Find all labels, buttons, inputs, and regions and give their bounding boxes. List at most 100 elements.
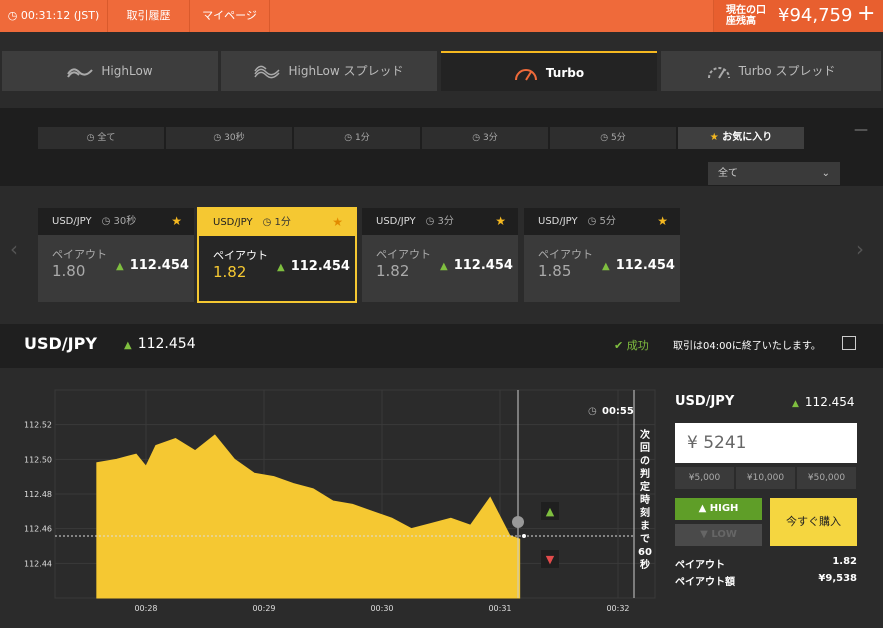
card-rate: ▲ 112.454 (277, 259, 350, 274)
y-tick-label: 112.48 (24, 490, 52, 499)
history-link[interactable]: 取引履歴 (108, 0, 190, 32)
x-tick-label: 00:32 (606, 604, 629, 613)
current-point (522, 534, 526, 538)
trade-pair: USD/JPY (24, 334, 97, 353)
deadline-char: 刻 (640, 506, 650, 519)
quick-amount-5000[interactable]: ¥5,000 (675, 467, 734, 489)
expand-icon[interactable] (842, 336, 856, 350)
card-payout-value: 1.80 (52, 262, 86, 280)
deadline-char: 次 (640, 428, 650, 441)
favorite-star-icon[interactable]: ★ (657, 208, 668, 235)
clock-icon: ◷ (86, 133, 98, 143)
deadline-char: で (640, 533, 650, 545)
balance-label: 現在の口座残高 (726, 5, 766, 27)
asset-card-1m[interactable]: USD/JPY ◷ 1分 ★ ペイアウト 1.82 ▲ 112.454 (197, 207, 357, 303)
status-message: 取引は04:00に終了いたします。 (673, 341, 821, 352)
favorite-star-icon[interactable]: ★ (332, 209, 343, 236)
x-tick-label: 00:31 (488, 604, 511, 613)
card-pair: USD/JPY (213, 217, 253, 228)
filter-all[interactable]: ◷ 全て (38, 127, 164, 149)
card-payout-label: ペイアウト (213, 249, 268, 262)
card-payout-value: 1.82 (376, 262, 410, 280)
filter-1m[interactable]: ◷ 1分 (294, 127, 420, 149)
mypage-link[interactable]: マイページ (190, 0, 270, 32)
deadline-char: 時 (640, 493, 650, 506)
card-pair: USD/JPY (52, 216, 92, 227)
card-payout-label: ペイアウト (376, 248, 431, 261)
card-payout-value: 1.82 (213, 263, 247, 281)
asset-card-30s[interactable]: USD/JPY ◷ 30秒 ★ ペイアウト 1.80 ▲ 112.454 (38, 208, 194, 302)
deadline-char: の (640, 456, 650, 467)
rate-marker (512, 516, 524, 528)
high-button[interactable]: ▲ HIGH (675, 498, 762, 520)
asset-card-3m[interactable]: USD/JPY ◷ 3分 ★ ペイアウト 1.82 ▲ 112.454 (362, 208, 518, 302)
status-badge: ✔ 成功 (614, 339, 649, 352)
card-pair: USD/JPY (376, 216, 416, 227)
balance-panel: 現在の口座残高 ¥94,759 + (713, 0, 883, 32)
asset-card-5m[interactable]: USD/JPY ◷ 5分 ★ ペイアウト 1.85 ▲ 112.454 (524, 208, 680, 302)
y-tick-label: 112.50 (24, 455, 52, 464)
card-period: ◷ 30秒 (101, 216, 137, 227)
amount-input[interactable] (675, 423, 857, 463)
deadline-char: ま (640, 520, 650, 532)
filter-favorites[interactable]: ★ お気に入り (678, 127, 804, 149)
filter-30s[interactable]: ◷ 30秒 (166, 127, 292, 149)
deadline-char: 秒 (640, 558, 650, 571)
favorite-star-icon[interactable]: ★ (171, 208, 182, 235)
order-pair: USD/JPY (675, 394, 735, 409)
low-button[interactable]: ▼ LOW (675, 524, 762, 546)
highlow-icon (67, 67, 94, 78)
countdown-clock-icon: ◷ (588, 406, 597, 417)
down-arrow-icon: ▼ (700, 529, 712, 540)
card-period: ◷ 3分 (425, 216, 454, 227)
chevron-down-icon: ⌄ (821, 168, 830, 179)
x-tick-label: 00:29 (252, 604, 275, 613)
card-pair: USD/JPY (538, 216, 578, 227)
up-arrow-icon: ▲ (116, 261, 124, 272)
quick-amount-50000[interactable]: ¥50,000 (797, 467, 856, 489)
order-rate: ▲ 112.454 (792, 395, 855, 409)
deadline-char: 定 (640, 480, 650, 493)
clock-icon: ◷ (213, 133, 225, 143)
speedometer-icon (514, 68, 537, 81)
carousel-next-icon[interactable]: › (856, 237, 864, 261)
star-icon: ★ (709, 132, 723, 143)
payout-amount-value: ¥9,538 (818, 573, 857, 584)
payout-amount-label: ペイアウト額 (675, 577, 735, 588)
up-arrow-icon: ▲ (602, 261, 610, 272)
tab-turbo-spread[interactable]: Turbo スプレッド (661, 51, 881, 91)
buy-now-button[interactable]: 今すぐ購入 (770, 498, 857, 546)
tab-turbo[interactable]: Turbo (441, 51, 657, 91)
card-rate: ▲ 112.454 (602, 258, 675, 273)
card-period: ◷ 5分 (587, 216, 616, 227)
filter-5m[interactable]: ◷ 5分 (550, 127, 676, 149)
clock-icon: ◷ (344, 133, 355, 143)
card-payout-label: ペイアウト (52, 248, 107, 261)
highlow-spread-icon (254, 65, 281, 78)
tab-highlow-spread[interactable]: HighLow スプレッド (221, 51, 437, 91)
clock-icon: ◷ (7, 9, 21, 22)
x-tick-label: 00:30 (370, 604, 393, 613)
deposit-plus-button[interactable]: + (857, 1, 875, 26)
favorite-star-icon[interactable]: ★ (495, 208, 506, 235)
low-signal-icon: ▼ (546, 553, 555, 566)
quick-amount-10000[interactable]: ¥10,000 (736, 467, 795, 489)
category-dropdown[interactable]: 全て ⌄ (708, 162, 840, 185)
deadline-label: 次回の判定時刻まで 60秒 (638, 428, 652, 571)
clock-text: 00:31:12 (JST) (20, 9, 100, 22)
check-icon: ✔ (614, 339, 627, 352)
top-bar: ◷ 00:31:12 (JST) 取引履歴 マイページ 現在の口座残高 ¥94,… (0, 0, 883, 32)
up-arrow-icon: ▲ (698, 503, 710, 514)
carousel-prev-icon[interactable]: ‹ (10, 237, 18, 261)
y-tick-label: 112.46 (24, 525, 52, 534)
clock-icon: ◷ (472, 133, 483, 143)
tab-highlow[interactable]: HighLow (2, 51, 218, 91)
trade-rate: ▲ 112.454 (124, 336, 196, 352)
filter-3m[interactable]: ◷ 3分 (422, 127, 548, 149)
collapse-button[interactable]: — (854, 122, 868, 138)
price-chart: 112.52 112.50 112.48 112.46 112.44 00:28 00:2… (24, 389, 656, 613)
payout-label: ペイアウト (675, 560, 725, 571)
balance-value: ¥94,759 (778, 5, 853, 26)
card-rate: ▲ 112.454 (116, 258, 189, 273)
card-payout-label: ペイアウト (538, 248, 593, 261)
